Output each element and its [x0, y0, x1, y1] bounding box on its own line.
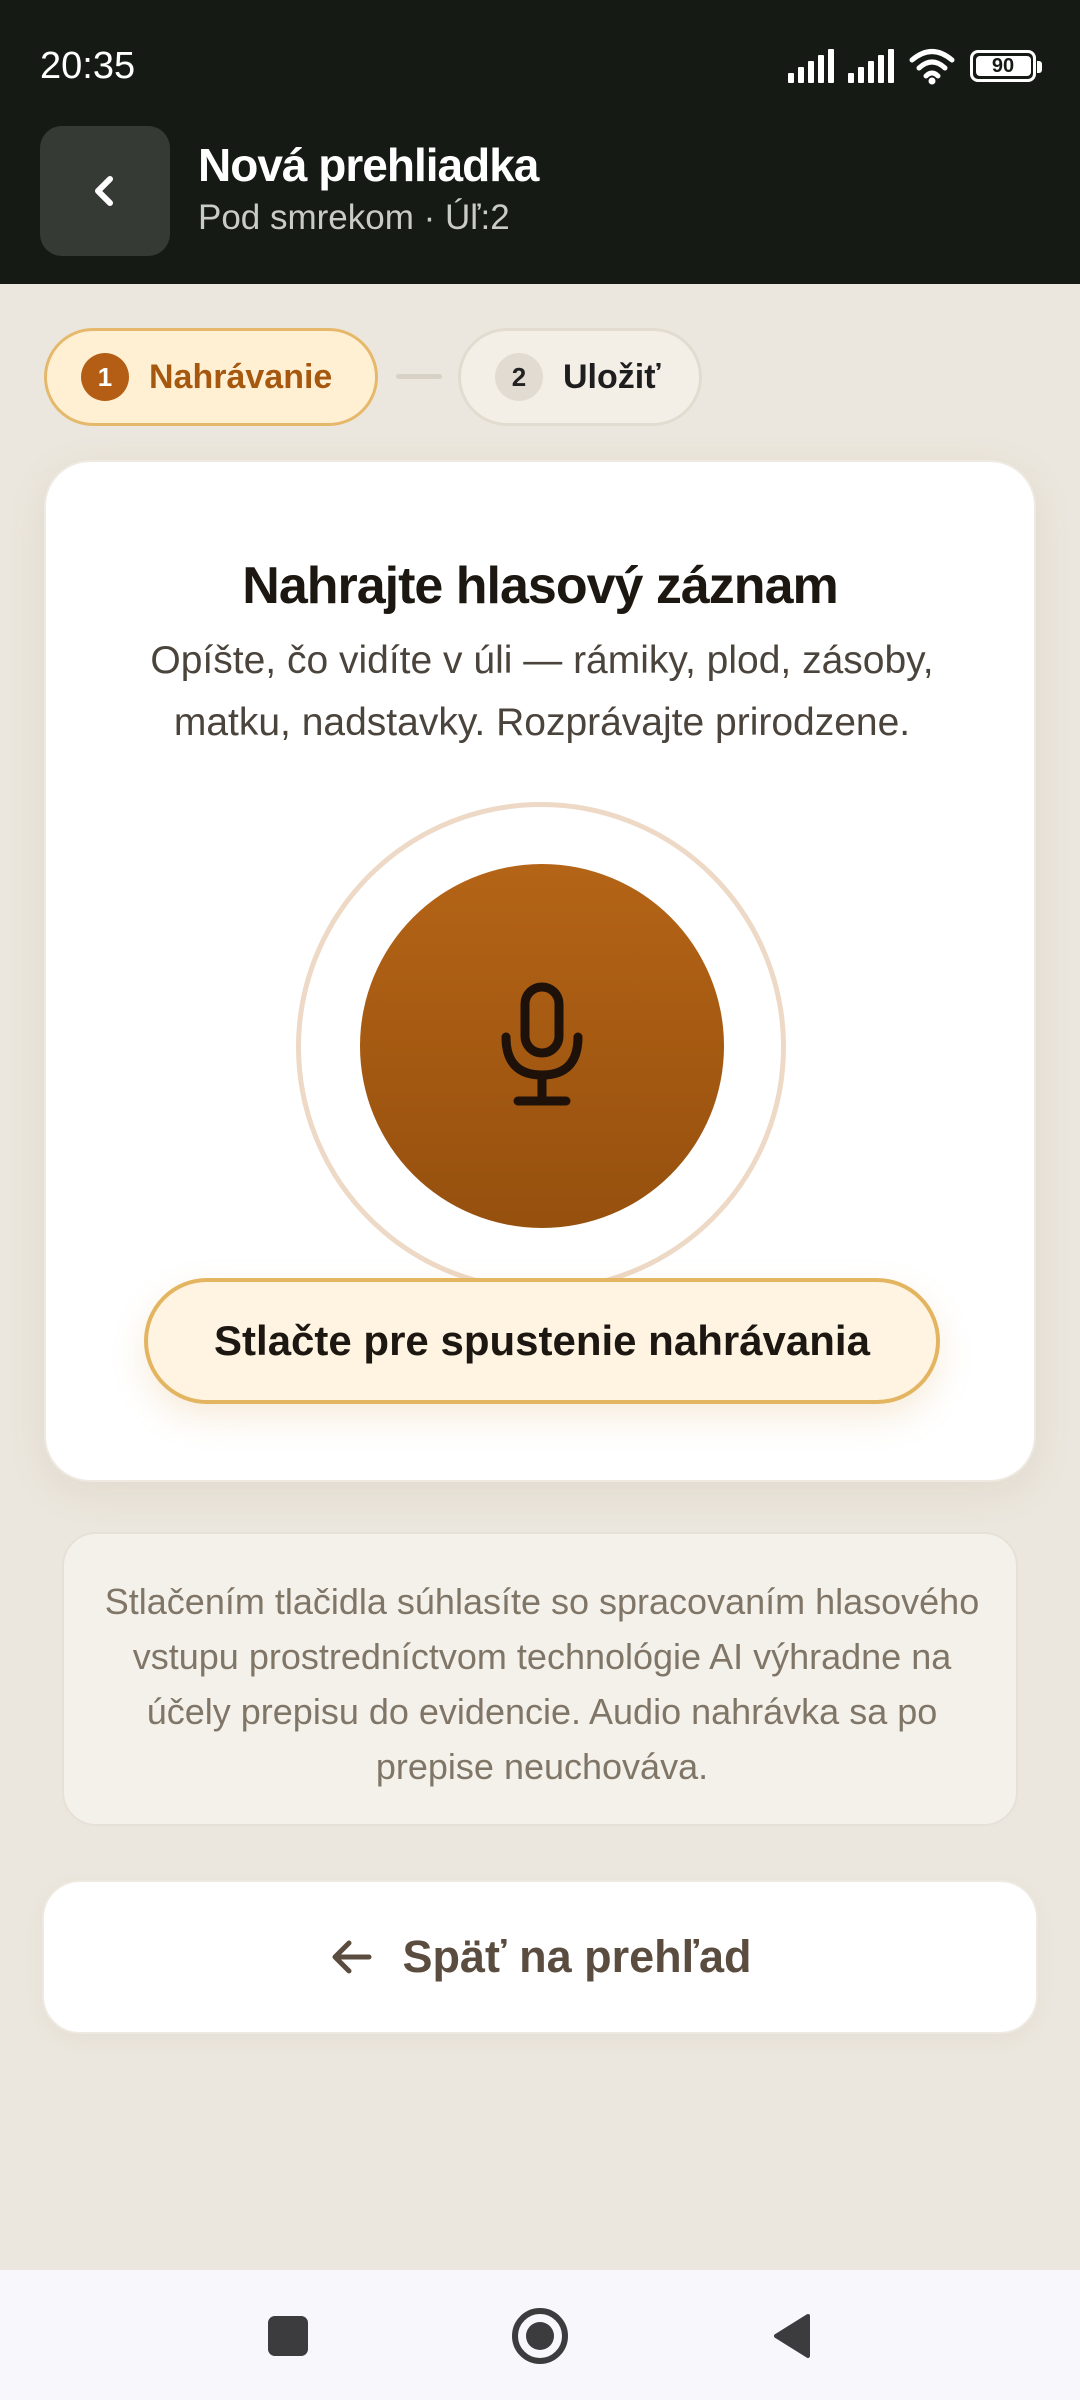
start-recording-button[interactable]: Stlačte pre spustenie nahrávania — [144, 1278, 940, 1404]
back-to-overview-button[interactable]: Späť na prehľad — [42, 1880, 1038, 2034]
status-time: 20:35 — [40, 45, 136, 87]
recents-square-icon[interactable] — [268, 2316, 308, 2356]
record-title: Nahrajte hlasový záznam — [242, 557, 838, 615]
step-recording[interactable]: 1 Nahrávanie — [44, 328, 378, 426]
status-icons: 90 — [788, 42, 1042, 90]
wifi-icon — [909, 49, 955, 85]
screen: 20:35 90 Nová prehliadka Pod smrekom · Ú… — [0, 0, 1080, 2400]
microphone-icon — [501, 982, 583, 1106]
back-triangle-icon[interactable] — [770, 2312, 812, 2360]
consent-note: Stlačením tlačidla súhlasíte so spracova… — [62, 1532, 1018, 1826]
battery-level-text: 90 — [991, 54, 1015, 77]
chevron-left-icon — [95, 176, 113, 206]
record-description: Opíšte, čo vidíte v úli — rámiky, plod, … — [150, 639, 934, 744]
home-dot — [526, 2322, 554, 2350]
step-save[interactable]: 2 Uložiť — [458, 328, 702, 426]
header-back-button[interactable] — [40, 126, 170, 256]
step-number: 1 — [81, 353, 129, 401]
battery-icon: 90 — [970, 50, 1042, 82]
signal-icon — [848, 49, 894, 83]
consent-text: Stlačením tlačidla súhlasíte so spracova… — [104, 1581, 980, 1787]
app-header: 20:35 90 Nová prehliadka Pod smrekom · Ú… — [0, 0, 1080, 284]
record-card: Nahrajte hlasový záznam Opíšte, čo vidít… — [44, 460, 1036, 1482]
step-number: 2 — [495, 353, 543, 401]
system-nav-bar — [0, 2270, 1080, 2400]
home-circle-icon[interactable] — [512, 2308, 568, 2364]
step-label: Uložiť — [563, 357, 661, 396]
page-subtitle: Pod smrekom · Úľ:2 — [198, 198, 510, 237]
page-title: Nová prehliadka — [198, 139, 539, 191]
back-to-overview-label: Späť na prehľad — [402, 1931, 752, 1982]
step-label: Nahrávanie — [149, 357, 333, 396]
signal-icon — [788, 49, 834, 83]
step-connector — [396, 374, 442, 379]
arrow-left-icon — [332, 1940, 371, 1974]
record-button[interactable] — [360, 864, 724, 1228]
